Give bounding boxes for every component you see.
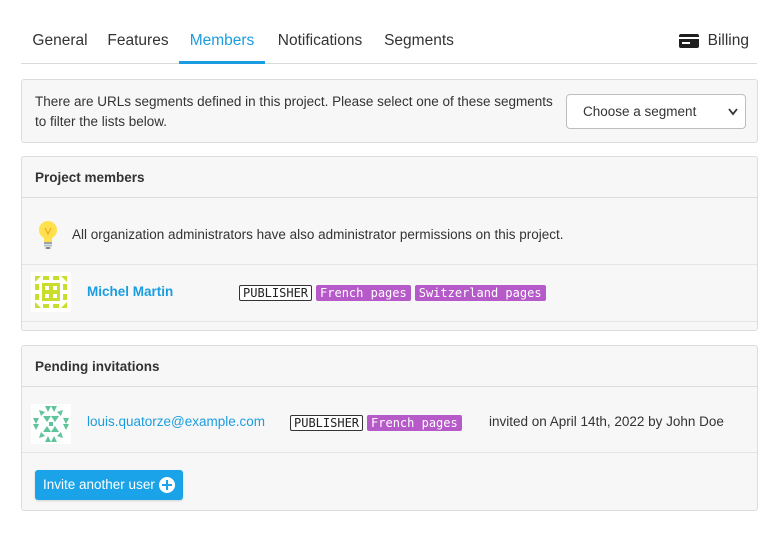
tab-members[interactable]: Members	[179, 22, 265, 64]
tab-segments[interactable]: Segments	[373, 22, 465, 64]
lightbulb-icon	[39, 221, 57, 249]
pending-invitations-title: Pending invitations	[22, 346, 757, 387]
pending-invitations-panel: Pending invitations louis.quatorze@examp…	[21, 345, 758, 511]
tab-features[interactable]: Features	[99, 22, 177, 64]
segments-notice: There are URLs segments defined in this …	[21, 79, 758, 143]
project-members-panel: Project members All organization adminis…	[21, 156, 758, 331]
tab-general[interactable]: General	[21, 22, 99, 64]
invitation-email-link[interactable]: louis.quatorze@example.com	[87, 414, 265, 429]
project-tabs: General Features Members Notifications S…	[21, 22, 757, 64]
admin-info-text: All organization administrators have als…	[72, 227, 564, 242]
invitation-row: louis.quatorze@example.com PUBLISHER Fre…	[22, 387, 757, 453]
invite-user-button[interactable]: Invite another user	[35, 470, 183, 500]
project-members-title: Project members	[22, 157, 757, 198]
avatar	[31, 404, 71, 444]
member-badges: PUBLISHER French pages Switzerland pages	[239, 285, 546, 301]
invite-user-button-label: Invite another user	[43, 477, 155, 492]
tab-billing-label: Billing	[707, 32, 749, 49]
segment-badge: French pages	[316, 285, 411, 301]
segment-select[interactable]: Choose a segment	[566, 94, 746, 129]
invitation-badges: PUBLISHER French pages	[290, 415, 462, 431]
chevron-down-icon	[728, 108, 738, 116]
invited-info: invited on April 14th, 2022 by John Doe	[489, 414, 724, 429]
plus-circle-icon	[159, 477, 175, 493]
credit-card-icon	[678, 34, 699, 48]
segments-notice-text: There are URLs segments defined in this …	[35, 94, 553, 129]
segment-select-value: Choose a segment	[583, 104, 697, 119]
role-badge: PUBLISHER	[239, 285, 313, 301]
segment-badge: French pages	[367, 415, 462, 431]
member-name-link[interactable]: Michel Martin	[87, 284, 173, 299]
avatar	[31, 272, 71, 312]
admin-info-row: All organization administrators have als…	[22, 198, 757, 265]
member-row: Michel Martin PUBLISHER French pages Swi…	[22, 265, 757, 322]
tab-billing[interactable]: Billing	[678, 22, 749, 60]
tab-notifications[interactable]: Notifications	[267, 22, 373, 64]
role-badge: PUBLISHER	[290, 415, 364, 431]
segment-badge: Switzerland pages	[414, 285, 546, 301]
